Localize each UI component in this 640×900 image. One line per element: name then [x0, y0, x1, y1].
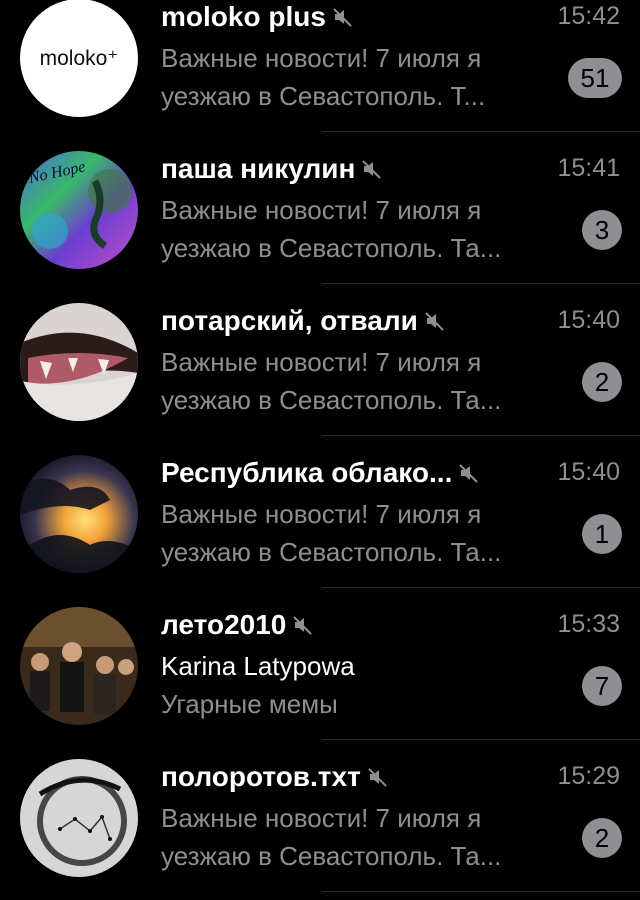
row-separator	[322, 739, 640, 740]
chat-time: 15:40	[557, 306, 620, 334]
chat-row-potarsky[interactable]: потарский, отвали 15:40 Важные новости! …	[0, 285, 640, 437]
chat-list: moloko⁺ moloko plus 15:42 Важные новости…	[0, 0, 640, 893]
row-separator	[322, 131, 640, 132]
chat-preview: Важные новости! 7 июля я уезжаю в Севаст…	[161, 803, 502, 871]
unread-badge: 3	[582, 210, 622, 250]
chat-time: 15:40	[557, 458, 620, 486]
chat-time: 15:41	[557, 154, 620, 182]
chat-title: moloko plus	[161, 1, 326, 32]
chat-time: 15:42	[557, 2, 620, 30]
avatar-sunset-clouds-image	[20, 455, 138, 573]
title-line: полоротов.тхт	[161, 757, 616, 797]
chat-row-respublika-oblako[interactable]: Республика облако... 15:40 Важные новост…	[0, 437, 640, 589]
unread-badge: 1	[582, 514, 622, 554]
chat-preview: Важные новости! 7 июля я уезжаю в Севаст…	[161, 195, 502, 263]
speaker-muted-icon	[333, 8, 352, 27]
unread-badge: 2	[582, 818, 622, 858]
speaker-muted-icon	[293, 616, 313, 635]
chat-preview-text: Угарные мемы	[161, 689, 338, 719]
chat-content: moloko plus 15:42 Важные новости! 7 июля…	[161, 0, 640, 132]
chat-time: 15:33	[557, 610, 620, 638]
title-line: паша никулин	[161, 149, 616, 189]
row-separator	[322, 891, 640, 892]
speaker-muted-icon	[425, 312, 444, 331]
chat-row-polorotov[interactable]: полоротов.тхт 15:29 Важные новости! 7 ию…	[0, 741, 640, 893]
chat-preview: Важные новости! 7 июля я уезжаю в Севаст…	[161, 43, 486, 111]
chat-content: потарский, отвали 15:40 Важные новости! …	[161, 285, 640, 436]
row-separator	[322, 283, 640, 284]
chat-content: Республика облако... 15:40 Важные новост…	[161, 437, 640, 588]
avatar-psychedelic-image: No Hope	[20, 151, 138, 269]
avatar[interactable]	[20, 455, 138, 573]
avatar[interactable]	[20, 759, 138, 877]
chat-title: паша никулин	[161, 153, 356, 184]
row-separator	[322, 587, 640, 588]
chat-preview: Karina Latypowa Угарные мемы	[161, 647, 556, 723]
unread-badge: 7	[582, 666, 622, 706]
chat-title: Республика облако...	[161, 457, 453, 488]
title-line: лето2010	[161, 605, 616, 645]
avatar-mouth-image	[20, 303, 138, 421]
unread-badge: 2	[582, 362, 622, 402]
unread-badge: 51	[568, 58, 622, 98]
chat-row-leto2010[interactable]: лето2010 15:33 Karina Latypowa Угарные м…	[0, 589, 640, 741]
chat-sender: Karina Latypowa	[161, 651, 355, 681]
chat-preview: Важные новости! 7 июля я уезжаю в Севаст…	[161, 499, 502, 567]
speaker-muted-icon	[459, 464, 479, 483]
speaker-muted-icon	[368, 768, 387, 787]
avatar-moloko-logo: moloko⁺	[20, 0, 138, 117]
chat-title: потарский, отвали	[161, 305, 418, 336]
avatar-sketch-image	[20, 759, 138, 877]
avatar-group-photo	[20, 607, 138, 725]
avatar[interactable]: No Hope	[20, 151, 138, 269]
chat-row-pasha-nikulin[interactable]: No Hope паша никулин 15:41 Важные новост…	[0, 133, 640, 285]
avatar[interactable]	[20, 607, 138, 725]
chat-content: полоротов.тхт 15:29 Важные новости! 7 ию…	[161, 741, 640, 892]
chat-content: лето2010 15:33 Karina Latypowa Угарные м…	[161, 589, 640, 740]
avatar-logo-text: moloko⁺	[40, 47, 119, 70]
row-separator	[322, 435, 640, 436]
title-line: Республика облако...	[161, 453, 616, 493]
avatar[interactable]	[20, 303, 138, 421]
title-line: moloko plus	[161, 0, 616, 37]
chat-title: лето2010	[161, 609, 287, 640]
title-line: потарский, отвали	[161, 301, 616, 341]
speaker-muted-icon	[362, 160, 382, 179]
avatar[interactable]: moloko⁺	[20, 0, 138, 117]
chat-content: паша никулин 15:41 Важные новости! 7 июл…	[161, 133, 640, 284]
chat-time: 15:29	[557, 762, 620, 790]
chat-title: полоротов.тхт	[161, 761, 361, 792]
chat-preview: Важные новости! 7 июля я уезжаю в Севаст…	[161, 347, 502, 415]
chat-row-moloko-plus[interactable]: moloko⁺ moloko plus 15:42 Важные новости…	[0, 0, 640, 133]
